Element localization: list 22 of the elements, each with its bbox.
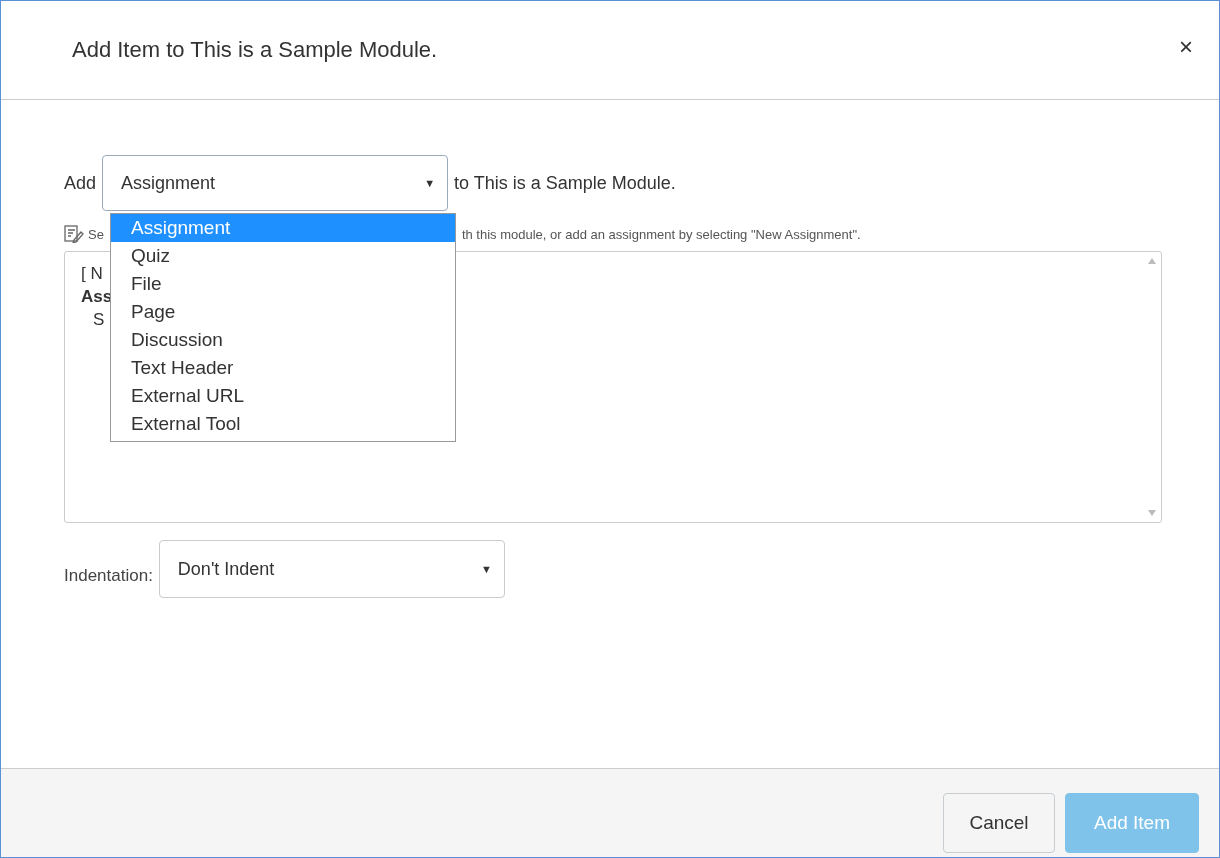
item-type-select[interactable]: Assignment ▼ <box>102 155 449 211</box>
list-item[interactable]: [ N <box>81 262 103 285</box>
hint-text: th this module, or add an assignment by selecting "New Assignment". <box>461 226 861 242</box>
hint-text: Se <box>88 226 104 242</box>
list-item[interactable]: Ass <box>81 285 113 308</box>
dropdown-option[interactable]: Discussion <box>111 326 455 354</box>
list-item[interactable]: S <box>93 308 105 331</box>
dialog-title: Add Item to This is a Sample Module. <box>72 37 438 63</box>
close-button[interactable]: × <box>1175 33 1197 61</box>
indentation-select[interactable]: Don't Indent ▼ <box>158 540 505 598</box>
dropdown-option[interactable]: File <box>111 270 455 298</box>
edit-icon <box>64 225 84 243</box>
dropdown-option[interactable]: External URL <box>111 382 455 410</box>
dropdown-option[interactable]: External Tool <box>111 410 455 438</box>
add-label: Add <box>64 172 97 194</box>
indentation-label: Indentation: <box>64 566 153 586</box>
dropdown-option[interactable]: Page <box>111 298 455 326</box>
scroll-up-icon[interactable] <box>1148 258 1156 264</box>
scroll-down-icon[interactable] <box>1148 510 1156 516</box>
cancel-button[interactable]: Cancel <box>943 793 1055 853</box>
module-label: to This is a Sample Module. <box>454 172 676 194</box>
dropdown-option[interactable]: Text Header <box>111 354 455 382</box>
